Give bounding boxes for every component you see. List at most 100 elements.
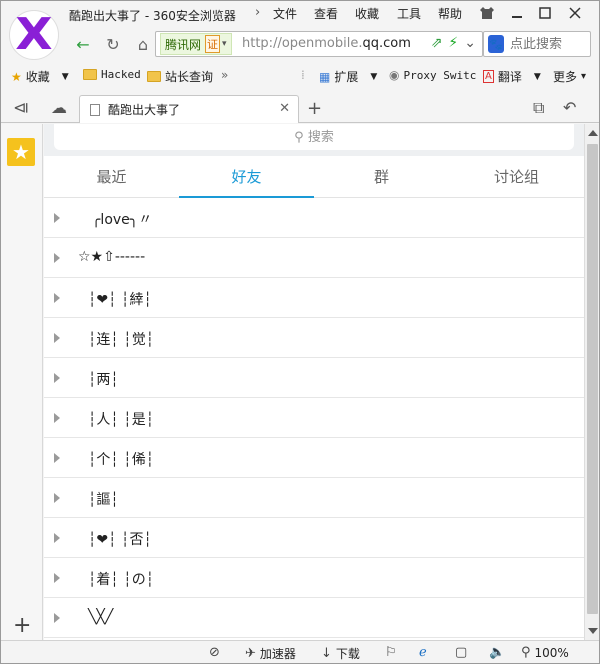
contact-search-field[interactable]: ⚲ 搜索 <box>54 124 574 150</box>
expand-arrow-icon[interactable] <box>54 213 60 223</box>
sidebar-toggle-icon[interactable]: ⧏ <box>13 98 29 117</box>
dropdown-arrow-icon: ▾ <box>581 71 587 82</box>
accelerator-button[interactable]: ✈ 加速器 <box>245 645 296 662</box>
translate-label: 翻译 <box>497 70 522 84</box>
download-button[interactable]: ↓ 下载 <box>321 645 360 662</box>
back-icon[interactable]: ← <box>71 31 95 57</box>
address-bar[interactable]: 腾讯网 证 ▾ http://openmobile.qq.com ⇗ ⚡ ⌄ <box>155 31 483 57</box>
chevron-right-icon[interactable]: › <box>255 5 260 20</box>
zoom-control[interactable]: ⚲ 100% <box>521 645 569 660</box>
friend-group-row[interactable]: ╲╳╱ <box>44 598 584 638</box>
proxy-switch[interactable]: ◉ Proxy Switc <box>389 68 476 82</box>
url-text[interactable]: http://openmobile.qq.com <box>242 36 411 51</box>
expand-arrow-icon[interactable] <box>54 293 60 303</box>
friend-group-name: ┆两┆ <box>88 372 119 388</box>
add-sidebar-icon[interactable]: + <box>13 613 31 638</box>
more-bookmarks-icon[interactable]: » <box>221 68 228 82</box>
favorites-star-icon[interactable]: ★ <box>7 138 35 166</box>
close-tab-icon[interactable]: ✕ <box>279 101 290 116</box>
menu-file[interactable]: 文件 <box>273 5 297 22</box>
search-area: ⚲ 搜索 <box>44 124 584 156</box>
more-menu[interactable]: 更多 ▾ <box>553 68 586 85</box>
friend-group-row[interactable]: ┆着┆ ┆の┆ <box>44 558 584 598</box>
compass-icon[interactable]: ⊘ <box>209 645 220 660</box>
browser-tab[interactable]: 酷跑出大事了 ✕ <box>79 95 299 123</box>
menu-favorites[interactable]: 收藏 <box>355 5 379 22</box>
expand-arrow-icon[interactable] <box>54 533 60 543</box>
tab-list-icon[interactable]: ⧉ <box>533 98 544 118</box>
friend-group-row[interactable]: ┆个┆ ┆俙┆ <box>44 438 584 478</box>
friend-group-row[interactable]: ☆★⇧------ <box>44 238 584 278</box>
bookmark-hacked[interactable]: Hacked <box>83 68 141 81</box>
dropdown-arrow-icon: ▾ <box>222 39 227 49</box>
dropdown-arrow-icon: ▼ <box>533 71 541 82</box>
undo-close-icon[interactable]: ↶ <box>563 98 576 117</box>
expand-arrow-icon[interactable] <box>54 373 60 383</box>
minimize-button[interactable] <box>505 3 529 23</box>
ie-mode-icon[interactable]: ℯ <box>419 645 427 660</box>
expand-arrow-icon[interactable] <box>54 413 60 423</box>
friend-group-name: ┆个┆ ┆俙┆ <box>88 452 155 468</box>
tab-bar: ⧏ ☁ 酷跑出大事了 ✕ + ⧉ ↶ <box>1 91 599 123</box>
tab-groups[interactable]: 群 <box>314 156 449 197</box>
window-title: 酷跑出大事了 - 360安全浏览器 <box>69 9 236 23</box>
cert-badge[interactable]: 证 <box>205 35 221 53</box>
friend-group-row[interactable]: ┆人┆ ┆是┆ <box>44 398 584 438</box>
friend-group-row[interactable]: ┆❤┆ ┆緈┆ <box>44 278 584 318</box>
vertical-scrollbar[interactable] <box>584 124 599 640</box>
share-icon[interactable]: ⇗ <box>431 35 443 51</box>
url-prefix: http://openmobile. <box>242 36 363 51</box>
cloud-icon[interactable]: ☁ <box>51 98 67 117</box>
baidu-paw-icon[interactable]: 🐾 <box>488 35 504 53</box>
scrollbar-thumb[interactable] <box>587 144 598 614</box>
friend-group-name: ╲╳╱ <box>88 609 114 625</box>
window-icon[interactable]: ▢ <box>455 645 467 660</box>
browser-logo[interactable]: X <box>9 10 59 60</box>
friend-group-name: ╭love╮〃 <box>92 212 153 228</box>
star-add-icon: ★ <box>11 69 22 84</box>
friend-group-row[interactable]: ┆两┆ <box>44 358 584 398</box>
home-icon[interactable]: ⌂ <box>131 31 155 57</box>
friend-group-row[interactable]: ╭love╮〃 <box>44 198 584 238</box>
scroll-down-arrow-icon[interactable] <box>588 628 598 634</box>
expand-arrow-icon[interactable] <box>54 333 60 343</box>
close-button[interactable] <box>563 3 587 23</box>
friend-group-row[interactable]: ┆连┆ ┆觉┆ <box>44 318 584 358</box>
status-bar: ⊘ ✈ 加速器 ↓ 下载 ⚐ ℯ ▢ 🔈 ⚲ 100% <box>1 640 599 663</box>
translate-menu[interactable]: A 翻译 ▼ <box>483 68 541 85</box>
site-badge[interactable]: 腾讯网 证 ▾ <box>160 33 232 55</box>
lightning-icon[interactable]: ⚡ <box>448 35 458 51</box>
zoom-level: 100% <box>534 645 569 660</box>
favorites-menu[interactable]: ★ 收藏 ▼ <box>11 68 69 85</box>
new-tab-icon[interactable]: + <box>307 98 322 119</box>
tab-recent[interactable]: 最近 <box>44 156 179 197</box>
accelerator-label: 加速器 <box>259 647 296 661</box>
menu-view[interactable]: 查看 <box>314 5 338 22</box>
tab-discussions[interactable]: 讨论组 <box>449 156 584 197</box>
expand-arrow-icon[interactable] <box>54 493 60 503</box>
search-input[interactable] <box>510 36 590 52</box>
friend-group-row[interactable]: ┆❤┆ ┆否┆ <box>44 518 584 558</box>
download-icon: ↓ <box>321 646 332 661</box>
expand-arrow-icon[interactable] <box>54 613 60 623</box>
chevron-down-icon[interactable]: ⌄ <box>464 35 476 51</box>
expand-arrow-icon[interactable] <box>54 573 60 583</box>
menu-tools[interactable]: 工具 <box>397 5 421 22</box>
folder-icon <box>83 69 97 80</box>
expand-arrow-icon[interactable] <box>54 253 60 263</box>
flag-icon[interactable]: ⚐ <box>385 645 397 660</box>
tab-title: 酷跑出大事了 <box>108 103 181 117</box>
refresh-icon[interactable]: ↻ <box>101 31 125 57</box>
scroll-up-arrow-icon[interactable] <box>588 130 598 136</box>
volume-icon[interactable]: 🔈 <box>489 645 505 660</box>
translate-icon: A <box>483 70 494 83</box>
maximize-button[interactable] <box>533 3 557 23</box>
tab-friends[interactable]: 好友 <box>179 156 314 198</box>
skin-icon[interactable] <box>475 3 499 23</box>
extensions-menu[interactable]: ▦ 扩展 ▼ <box>319 68 377 85</box>
expand-arrow-icon[interactable] <box>54 453 60 463</box>
search-box[interactable]: 🐾 <box>483 31 591 57</box>
menu-help[interactable]: 帮助 <box>438 5 462 22</box>
bookmark-site-query[interactable]: 站长查询 <box>147 68 213 85</box>
friend-group-row[interactable]: ┆謳┆ <box>44 478 584 518</box>
